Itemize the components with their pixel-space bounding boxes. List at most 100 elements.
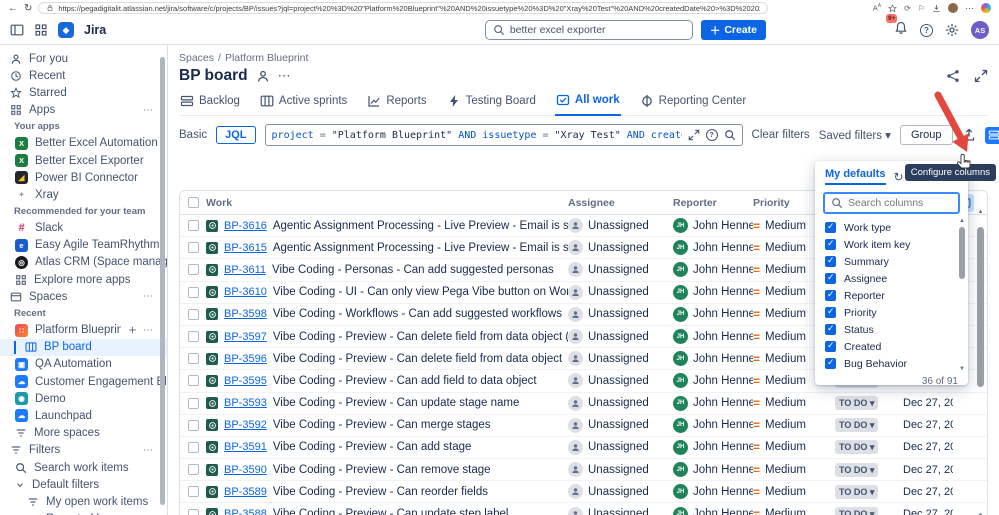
column-list-item[interactable]: Work item key — [815, 236, 968, 253]
work-item-key-link[interactable]: BP-3588 — [224, 508, 267, 515]
reporter-cell[interactable]: JH John Hennessy — [673, 262, 753, 278]
row-checkbox[interactable] — [187, 508, 199, 515]
work-item-summary[interactable]: Vibe Coding - Preview - Can add field to… — [273, 375, 537, 387]
jql-mode-button[interactable]: JQL — [216, 126, 256, 144]
copilot-icon[interactable] — [981, 3, 991, 13]
reporter-cell[interactable]: JH John Hennessy — [673, 240, 753, 256]
zoom-text-icon[interactable]: AA — [873, 3, 881, 13]
column-list-item[interactable]: Reporter — [815, 287, 968, 304]
user-avatar[interactable]: AS — [971, 21, 989, 39]
assignee-cell[interactable]: Unassigned — [568, 329, 673, 345]
reporter-cell[interactable]: JH John Hennessy — [673, 462, 753, 478]
work-item-key-link[interactable]: BP-3616 — [224, 220, 267, 232]
assignee-cell[interactable]: Unassigned — [568, 262, 673, 278]
status-badge[interactable]: TO DO ▾ — [835, 462, 879, 477]
clear-filters-button[interactable]: Clear filters — [752, 129, 810, 141]
assignee-cell[interactable]: Unassigned — [568, 395, 673, 411]
sidebar-item-starred[interactable]: Starred — [0, 84, 167, 101]
column-checkbox[interactable] — [825, 323, 836, 335]
tab-reports[interactable]: Reports — [366, 93, 427, 115]
browser-flag-icon[interactable]: ⚐ — [918, 4, 925, 13]
expand-editor-icon[interactable] — [688, 129, 700, 141]
scroll-down-icon[interactable]: ▼ — [959, 366, 965, 372]
work-item-summary[interactable]: Vibe Coding - Personas - Can add suggest… — [272, 264, 554, 276]
status-cell[interactable]: TO DO ▾ — [835, 396, 903, 411]
sidebar-item-reported-by-me[interactable]: Reported by me — [0, 511, 167, 515]
board-members-icon[interactable] — [256, 69, 270, 83]
fullscreen-icon[interactable] — [974, 69, 988, 83]
status-badge[interactable]: TO DO ▾ — [835, 507, 879, 515]
column-list-item[interactable]: Work type — [815, 219, 968, 236]
space-more-icon[interactable]: ⋯ — [143, 325, 153, 336]
sidebar-item-spaces[interactable]: Spaces ⋯ — [0, 288, 167, 305]
reporter-cell[interactable]: JH John Hennessy — [673, 351, 753, 367]
reporter-cell[interactable]: JH John Hennessy — [673, 417, 753, 433]
favorite-star-icon[interactable] — [888, 4, 897, 13]
sidebar-item-launchpad[interactable]: ☁ Launchpad — [0, 407, 167, 424]
assignee-cell[interactable]: Unassigned — [568, 506, 673, 515]
reporter-cell[interactable]: JH John Hennessy — [673, 506, 753, 515]
row-checkbox[interactable] — [187, 375, 199, 387]
row-checkbox[interactable] — [187, 419, 199, 431]
assignee-cell[interactable]: Unassigned — [568, 284, 673, 300]
reporter-cell[interactable]: JH John Hennessy — [673, 284, 753, 300]
sidebar-item-xray[interactable]: ✦ Xray — [0, 186, 167, 203]
status-cell[interactable]: TO DO ▾ — [835, 484, 903, 499]
tab-backlog[interactable]: Backlog — [179, 93, 241, 115]
browser-menu-icon[interactable]: ⋯ — [965, 3, 974, 14]
sidebar-item-customer-engagement-blueprint[interactable]: ☁ Customer Engagement Blueprint — [0, 373, 167, 390]
work-item-key-link[interactable]: BP-3592 — [224, 419, 267, 431]
list-view-toggle[interactable] — [984, 126, 999, 144]
sidebar-item-easy-agile-teamrhythm[interactable]: e Easy Agile TeamRhythm — [0, 237, 167, 254]
column-checkbox[interactable] — [825, 255, 836, 267]
download-icon[interactable] — [932, 4, 941, 13]
saved-filters-button[interactable]: Saved filters ▾ — [819, 128, 891, 142]
notifications-button[interactable]: 9+ — [886, 13, 908, 40]
work-item-summary[interactable]: Vibe Coding - Preview - Can delete field… — [273, 331, 568, 343]
reporter-cell[interactable]: JH John Hennessy — [673, 484, 753, 500]
column-list-item[interactable]: Assignee — [815, 270, 968, 287]
status-cell[interactable]: TO DO ▾ — [835, 418, 903, 433]
sidebar-item-platform-blueprint[interactable]: ∷ Platform Blueprint ⋯ — [0, 321, 167, 338]
sidebar-item-better-excel-exporter[interactable]: X Better Excel Exporter — [0, 152, 167, 169]
work-item-summary[interactable]: Vibe Coding - UI - Can only view Pega Vi… — [273, 286, 568, 298]
work-item-key-link[interactable]: BP-3611 — [224, 264, 266, 276]
tab-testing-board[interactable]: Testing Board — [446, 93, 537, 115]
table-row[interactable]: BP-3588 Vibe Coding - Preview - Can upda… — [180, 503, 987, 515]
my-defaults-tab[interactable]: My defaults — [825, 168, 886, 185]
column-search[interactable] — [823, 192, 960, 214]
work-item-summary[interactable]: Vibe Coding - Preview - Can add stage — [273, 441, 472, 453]
group-button[interactable]: Group — [899, 125, 953, 145]
priority-cell[interactable]: = Medium — [753, 507, 835, 515]
basic-mode-button[interactable]: Basic — [179, 129, 207, 141]
tab-active-sprints[interactable]: Active sprints — [259, 93, 348, 115]
breadcrumb-project[interactable]: Platform Blueprint — [225, 52, 308, 64]
jql-help-icon[interactable]: ? — [705, 129, 718, 141]
table-row[interactable]: BP-3590 Vibe Coding - Preview - Can remo… — [180, 459, 987, 482]
board-more-icon[interactable]: ⋯ — [278, 68, 292, 84]
assignee-cell[interactable]: Unassigned — [568, 417, 673, 433]
help-button[interactable]: ? — [920, 23, 933, 37]
column-checkbox[interactable] — [825, 221, 836, 233]
sidebar-item-default-filters[interactable]: Default filters — [0, 476, 167, 493]
work-item-key-link[interactable]: BP-3593 — [224, 397, 267, 409]
work-item-summary[interactable]: Vibe Coding - Preview - Can delete field… — [273, 353, 562, 365]
sidebar-item-more-spaces[interactable]: More spaces — [0, 425, 167, 442]
assignee-cell[interactable]: Unassigned — [568, 373, 673, 389]
work-item-summary[interactable]: Agentic Assignment Processing - Live Pre… — [273, 220, 568, 232]
column-list-item[interactable]: Summary — [815, 253, 968, 270]
work-item-summary[interactable]: Vibe Coding - Preview - Can merge stages — [273, 419, 491, 431]
table-row[interactable]: BP-3592 Vibe Coding - Preview - Can merg… — [180, 415, 987, 437]
row-checkbox[interactable] — [187, 308, 199, 320]
column-checkbox[interactable] — [825, 306, 836, 318]
work-item-key-link[interactable]: BP-3615 — [224, 242, 267, 254]
sidebar-item-bp-board[interactable]: BP board — [0, 338, 167, 356]
row-checkbox[interactable] — [187, 397, 199, 409]
status-badge[interactable]: TO DO ▾ — [835, 418, 879, 433]
assignee-cell[interactable]: Unassigned — [568, 484, 673, 500]
sidebar-item-slack[interactable]: # Slack — [0, 220, 167, 237]
sidebar-item-atlas-crm[interactable]: ◎ Atlas CRM (Space management) — [0, 254, 167, 271]
sidebar-item-my-open-work-items[interactable]: My open work items — [0, 493, 167, 510]
assignee-cell[interactable]: Unassigned — [568, 218, 673, 234]
scroll-up-icon[interactable]: ▲ — [959, 219, 965, 224]
